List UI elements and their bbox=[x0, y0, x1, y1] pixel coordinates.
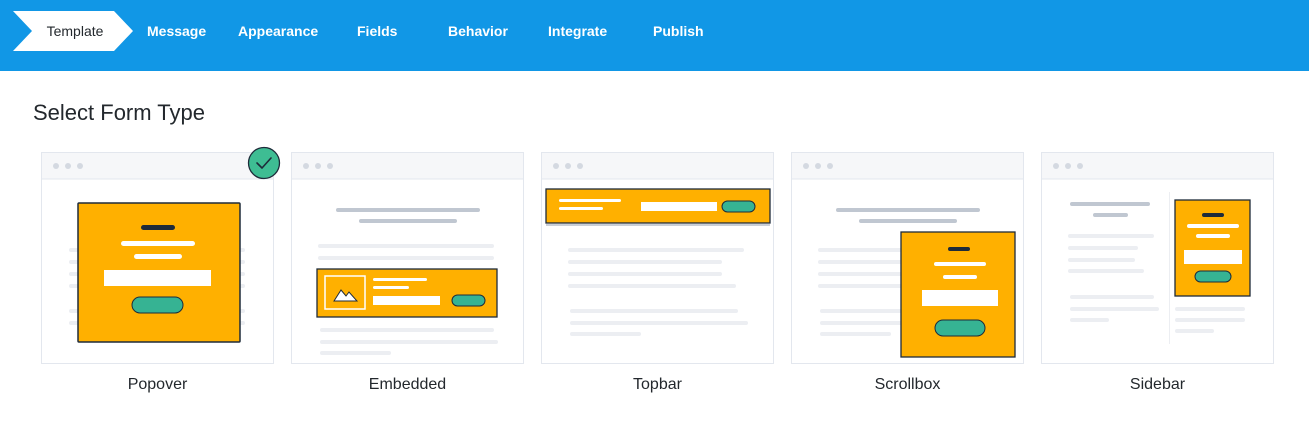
step-publish[interactable]: Publish bbox=[653, 11, 704, 51]
step-template[interactable]: Template bbox=[13, 11, 133, 51]
form-type-label: Sidebar bbox=[1129, 376, 1186, 393]
popover-preview-icon bbox=[41, 152, 274, 364]
selected-check-icon bbox=[247, 146, 281, 180]
form-type-topbar[interactable]: Topbar bbox=[541, 152, 774, 394]
form-type-scrollbox[interactable]: Scrollbox bbox=[791, 152, 1024, 394]
form-type-label: Scrollbox bbox=[874, 376, 941, 393]
embedded-preview-icon bbox=[291, 152, 524, 364]
step-appearance[interactable]: Appearance bbox=[238, 11, 318, 51]
step-message[interactable]: Message bbox=[147, 11, 206, 51]
step-fields[interactable]: Fields bbox=[357, 11, 397, 51]
form-type-popover[interactable]: Popover bbox=[41, 152, 274, 394]
sidebar-preview-icon bbox=[1041, 152, 1274, 364]
page-title: Select Form Type bbox=[33, 100, 205, 125]
step-integrate[interactable]: Integrate bbox=[548, 11, 607, 51]
wizard-nav: Template Message Appearance Fields Behav… bbox=[0, 0, 1309, 71]
form-type-label: Embedded bbox=[368, 376, 447, 393]
form-type-embedded[interactable]: Embedded bbox=[291, 152, 524, 394]
scrollbox-preview-icon bbox=[791, 152, 1024, 364]
form-type-label: Popover bbox=[127, 376, 188, 393]
form-type-label: Topbar bbox=[633, 376, 682, 393]
step-behavior[interactable]: Behavior bbox=[448, 11, 508, 51]
form-type-sidebar[interactable]: Sidebar bbox=[1041, 152, 1274, 394]
topbar-preview-icon bbox=[541, 152, 774, 364]
